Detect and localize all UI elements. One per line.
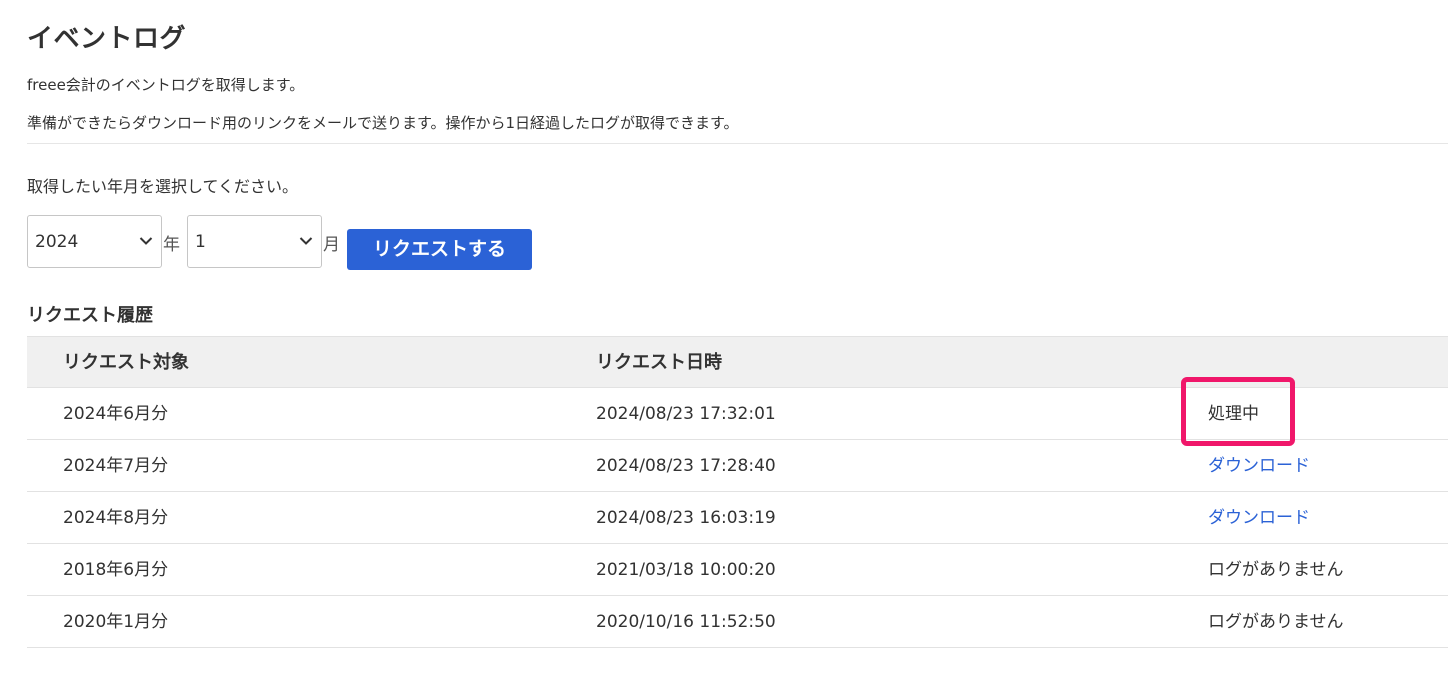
month-select-value: 1 (195, 232, 206, 252)
table-row: 2024年8月分 2024/08/23 16:03:19 ダウンロード (27, 492, 1448, 544)
chevron-down-icon (299, 237, 313, 245)
row-requested-at: 2024/08/23 17:28:40 (596, 456, 776, 476)
column-header-requested-at: リクエスト日時 (596, 352, 722, 373)
table-row: 2024年7月分 2024/08/23 17:28:40 ダウンロード (27, 440, 1448, 492)
request-history-table: リクエスト対象 リクエスト日時 2024年6月分 2024/08/23 17:3… (27, 336, 1448, 648)
month-select[interactable]: 1 (187, 215, 322, 268)
row-target: 2024年7月分 (63, 456, 169, 476)
row-status-processing: 処理中 (1208, 404, 1259, 424)
row-target: 2020年1月分 (63, 612, 169, 632)
row-target: 2024年6月分 (63, 404, 169, 424)
request-button[interactable]: リクエストする (347, 229, 532, 270)
chevron-down-icon (139, 237, 153, 245)
year-select-value: 2024 (35, 232, 79, 252)
row-status-no-logs: ログがありません (1208, 612, 1344, 632)
event-log-page: イベントログ freee会計のイベントログを取得します。 準備ができたらダウンロ… (0, 0, 1448, 673)
year-select[interactable]: 2024 (27, 215, 162, 268)
table-row: 2018年6月分 2021/03/18 10:00:20 ログがありません (27, 544, 1448, 596)
row-requested-at: 2024/08/23 17:32:01 (596, 404, 776, 424)
description-line-2: 準備ができたらダウンロード用のリンクをメールで送ります。操作から1日経過したログ… (27, 114, 739, 132)
page-title: イベントログ (27, 24, 187, 54)
table-header: リクエスト対象 リクエスト日時 (27, 336, 1448, 388)
column-header-target: リクエスト対象 (63, 352, 189, 373)
row-target: 2024年8月分 (63, 508, 169, 528)
divider (27, 143, 1448, 144)
row-requested-at: 2021/03/18 10:00:20 (596, 560, 776, 580)
request-history-heading: リクエスト履歴 (27, 305, 153, 326)
download-link[interactable]: ダウンロード (1208, 507, 1310, 529)
row-requested-at: 2024/08/23 16:03:19 (596, 508, 776, 528)
row-status-no-logs: ログがありません (1208, 560, 1344, 580)
download-link[interactable]: ダウンロード (1208, 455, 1310, 477)
table-row: 2024年6月分 2024/08/23 17:32:01 処理中 (27, 388, 1448, 440)
month-unit-label: 月 (323, 235, 340, 255)
year-unit-label: 年 (163, 235, 180, 255)
description-line-1: freee会計のイベントログを取得します。 (27, 76, 305, 94)
row-target: 2018年6月分 (63, 560, 169, 580)
row-requested-at: 2020/10/16 11:52:50 (596, 612, 776, 632)
table-row: 2020年1月分 2020/10/16 11:52:50 ログがありません (27, 596, 1448, 648)
select-prompt: 取得したい年月を選択してください。 (27, 177, 299, 196)
